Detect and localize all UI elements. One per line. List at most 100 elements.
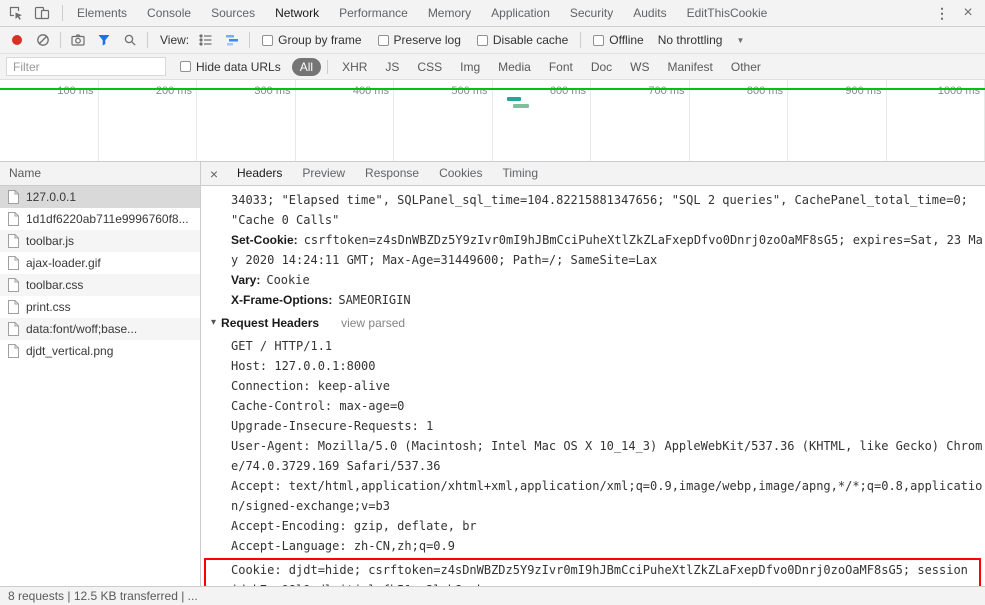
details-tabs: Headers Preview Response Cookies Timing <box>227 162 548 185</box>
timeline-overview[interactable]: 100 ms 200 ms 300 ms 400 ms 500 ms 600 ms 700 … <box>0 80 985 162</box>
tick-label: 800 ms <box>746 85 783 97</box>
request-name: djdt_vertical.png <box>26 344 114 358</box>
script-file-icon <box>7 212 20 226</box>
tick-label: 1000 ms <box>937 85 980 97</box>
throttling-dropdown[interactable]: No throttling ▼ <box>658 33 745 47</box>
waterfall-bar <box>507 97 521 101</box>
tab-console[interactable]: Console <box>137 0 201 26</box>
checkbox-disable-cache[interactable]: Disable cache <box>476 33 568 47</box>
header-value: SAMEORIGIN <box>338 293 411 307</box>
request-row[interactable]: print.css <box>0 296 200 318</box>
close-devtools-icon[interactable]: × <box>955 2 981 24</box>
raw-header-line: GET / HTTP/1.1 <box>231 339 333 353</box>
record-network-log-icon[interactable] <box>4 29 30 51</box>
device-toolbar-icon[interactable] <box>29 2 55 24</box>
more-menu-icon[interactable]: ⋮ <box>929 2 955 24</box>
timeline-tick: 800 ms <box>690 80 788 161</box>
status-bar: 8 requests | 12.5 KB transferred | ... <box>0 586 985 605</box>
offline-checkbox[interactable]: Offline <box>593 33 644 47</box>
timeline-tick: 600 ms <box>493 80 591 161</box>
filter-input[interactable] <box>6 57 166 76</box>
request-name: data:font/woff;base... <box>26 322 138 336</box>
details-panel: × Headers Preview Response Cookies Timing 34… <box>201 162 985 586</box>
request-name: toolbar.css <box>26 278 84 292</box>
details-tab-headers[interactable]: Headers <box>227 162 292 186</box>
response-header-line: Set-Cookie: csrftoken=z4sDnWBZDz5Y9zIvr0m… <box>231 230 983 270</box>
devtools-tabs: Elements Console Sources Network Performance… <box>67 0 777 26</box>
tab-elements[interactable]: Elements <box>67 0 137 26</box>
tab-sources[interactable]: Sources <box>201 0 265 26</box>
filter-type-doc[interactable]: Doc <box>583 58 620 76</box>
toolbar-separator <box>249 32 251 48</box>
tabbar-left-icons <box>0 2 58 24</box>
filter-type-other[interactable]: Other <box>723 58 769 76</box>
status-summary: 8 requests | 12.5 KB transferred | ... <box>8 589 198 603</box>
tab-audits[interactable]: Audits <box>623 0 676 26</box>
details-tab-timing[interactable]: Timing <box>492 162 548 186</box>
tab-security[interactable]: Security <box>560 0 623 26</box>
checkbox-label: Group by frame <box>278 33 362 47</box>
clear-icon[interactable] <box>30 29 56 51</box>
filter-bar: Hide data URLs All XHRJSCSSImgMediaFontDo… <box>0 54 985 80</box>
tab-memory[interactable]: Memory <box>418 0 481 26</box>
filter-icon[interactable] <box>91 29 117 51</box>
tab-application[interactable]: Application <box>481 0 560 26</box>
requests-list: 127.0.0.1 1d1df6220ab711e9996760f8... tool… <box>0 186 200 586</box>
inspect-element-icon[interactable] <box>3 2 29 24</box>
raw-request-headers: GET / HTTP/1.1 Host: 127.0.0.1:8000 Connec… <box>231 336 983 556</box>
request-row[interactable]: 1d1df6220ab711e9996760f8... <box>0 208 200 230</box>
details-tab-preview[interactable]: Preview <box>292 162 355 186</box>
network-toolbar: View: Group by frame Preserve log Disable … <box>0 27 985 54</box>
filter-type-ws[interactable]: WS <box>622 58 657 76</box>
header-value: csrftoken=z4sDnWBZDz5Y9zIvr0mI9hJBmCciPu… <box>231 233 983 267</box>
filter-type-css[interactable]: CSS <box>409 58 450 76</box>
search-icon[interactable] <box>117 29 143 51</box>
list-view-icon[interactable] <box>193 29 219 51</box>
overview-green-line <box>0 88 985 90</box>
filter-type-all[interactable]: All <box>291 57 322 76</box>
network-main: Name 127.0.0.1 1d1df6220ab711e9996760f8..… <box>0 162 985 586</box>
cookie-highlight-box: Cookie: djdt=hide; csrftoken=z4sDnWBZDz5… <box>204 558 981 586</box>
tab-editthiscookie[interactable]: EditThisCookie <box>677 0 778 26</box>
request-row[interactable]: toolbar.css <box>0 274 200 296</box>
filter-type-img[interactable]: Img <box>452 58 488 76</box>
filter-type-js[interactable]: JS <box>377 58 407 76</box>
checkbox-label: Preserve log <box>393 33 461 47</box>
tick-label: 700 ms <box>648 85 685 97</box>
view-label: View: <box>160 33 190 47</box>
filter-type-xhr[interactable]: XHR <box>334 58 375 76</box>
filter-type-media[interactable]: Media <box>490 58 539 76</box>
hide-data-urls-checkbox[interactable]: Hide data URLs <box>180 60 281 74</box>
cookie-header-line: Cookie: djdt=hide; csrftoken=z4sDnWBZDz5… <box>231 563 968 586</box>
tick-label: 400 ms <box>352 85 389 97</box>
tab-network[interactable]: Network <box>265 0 329 26</box>
response-header-line: Vary: Cookie <box>231 270 983 290</box>
tab-performance[interactable]: Performance <box>329 0 418 26</box>
request-row[interactable]: 127.0.0.1 <box>0 186 200 208</box>
response-header-line: 34033; "Elapsed time", SQLPanel_sql_time… <box>231 190 983 230</box>
filter-type-font[interactable]: Font <box>541 58 581 76</box>
view-parsed-link[interactable]: view parsed <box>341 313 405 333</box>
close-details-icon[interactable]: × <box>201 166 227 182</box>
request-row[interactable]: data:font/woff;base... <box>0 318 200 340</box>
request-headers-section[interactable]: ▾ Request Headers view parsed <box>211 313 983 333</box>
details-tab-response[interactable]: Response <box>355 162 429 186</box>
hide-data-urls-label: Hide data URLs <box>196 59 281 74</box>
checkbox-preserve-log[interactable]: Preserve log <box>377 33 461 47</box>
document-file-icon <box>7 190 20 204</box>
toolbar-separator <box>580 32 582 48</box>
tabbar-separator <box>62 5 63 21</box>
capture-screenshots-icon[interactable] <box>65 29 91 51</box>
waterfall-view-icon[interactable] <box>219 29 245 51</box>
raw-header-line: Accept: text/html,application/xhtml+xml,… <box>231 479 983 513</box>
details-tab-cookies[interactable]: Cookies <box>429 162 492 186</box>
request-row[interactable]: ajax-loader.gif <box>0 252 200 274</box>
checkbox-group-by-frame[interactable]: Group by frame <box>262 33 362 47</box>
timeline-tick: 300 ms <box>197 80 296 161</box>
request-row[interactable]: djdt_vertical.png <box>0 340 200 362</box>
request-row[interactable]: toolbar.js <box>0 230 200 252</box>
timeline-tick: 200 ms <box>99 80 197 161</box>
filter-type-manifest[interactable]: Manifest <box>660 58 721 76</box>
checkbox-box <box>377 34 389 46</box>
name-column-header[interactable]: Name <box>0 162 200 186</box>
